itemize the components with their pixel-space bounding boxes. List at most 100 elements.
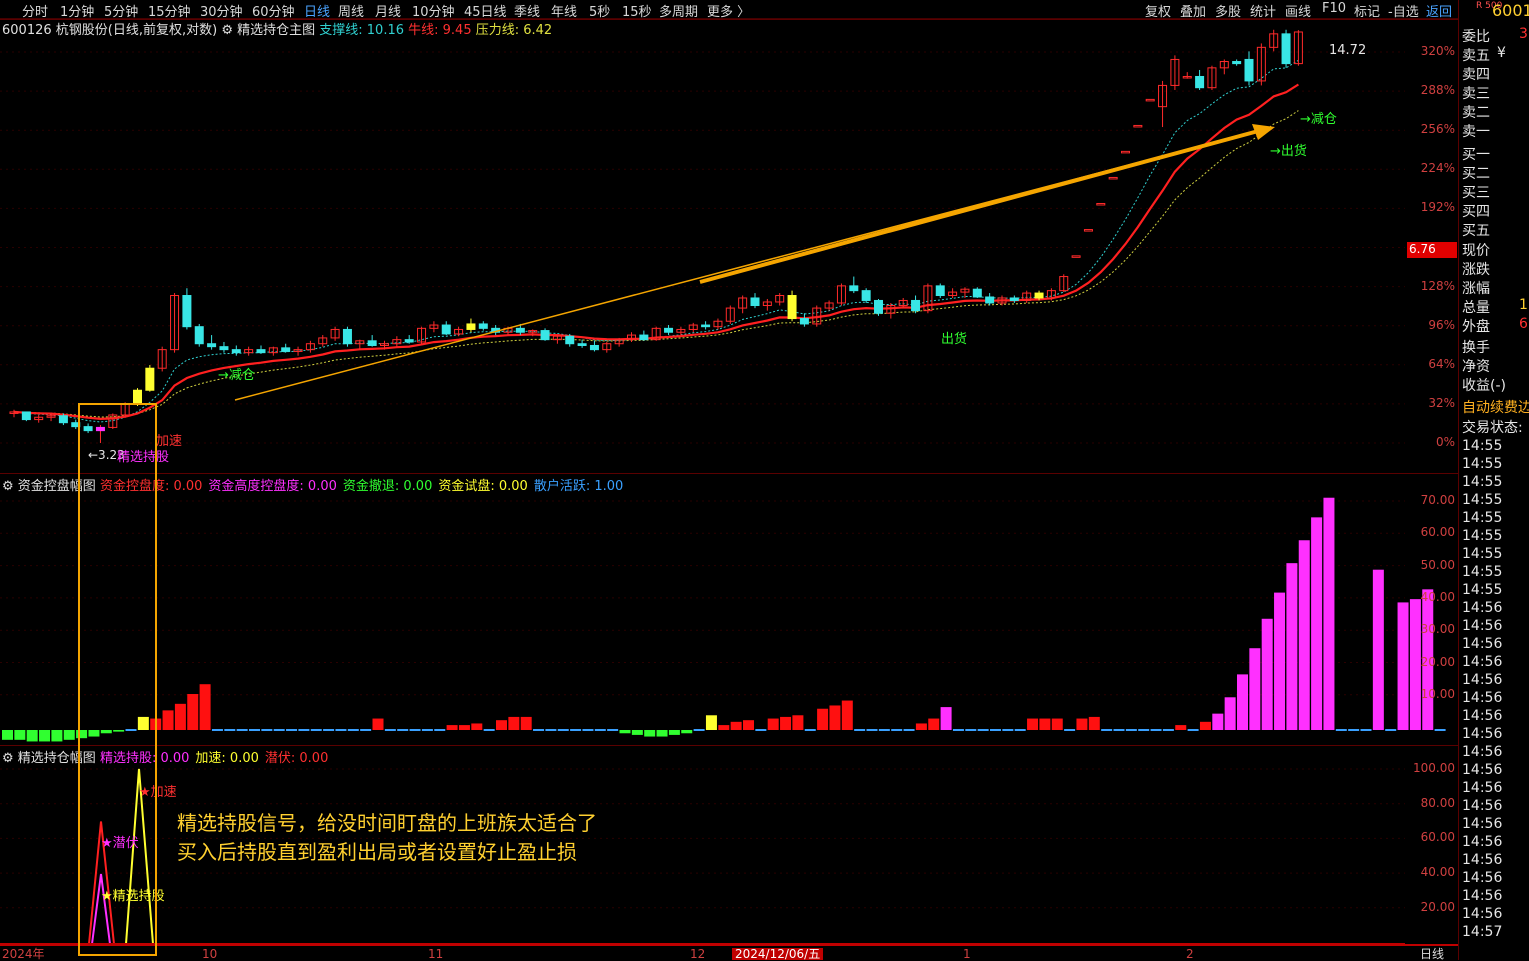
funds-bar [1237, 674, 1248, 730]
funds-bar [310, 729, 322, 731]
candle-body [441, 324, 451, 335]
funds-bar [928, 718, 940, 730]
tick-time: 14:56 [1462, 744, 1503, 760]
funds-bar [211, 729, 223, 731]
date-label: 12 [690, 947, 706, 961]
candle-body [861, 290, 871, 301]
candle-body [540, 330, 550, 341]
candle-body [58, 415, 68, 424]
candle-body [1071, 255, 1081, 258]
funds-bar [817, 708, 829, 730]
funds-bar [792, 715, 804, 730]
funds-bar [693, 729, 705, 731]
funds-bar [1187, 729, 1199, 731]
funds-bar [162, 710, 174, 730]
funds-bar [903, 729, 915, 731]
funds-tick: 10.00 [1420, 686, 1455, 701]
funds-bar [421, 729, 433, 731]
candle-body [466, 323, 476, 330]
side-divider [1458, 0, 1459, 960]
quote-label: 净资 [1462, 359, 1490, 375]
tick-time: 14:56 [1462, 600, 1503, 616]
quote-label: 委比 [1462, 29, 1490, 45]
funds-bar [63, 730, 75, 740]
price-tick: 32% [1428, 395, 1455, 410]
quote-label: 现价 [1462, 243, 1490, 259]
funds-bar [1039, 718, 1051, 730]
trend-arrow-thick [699, 128, 1263, 284]
date-label: 11 [428, 947, 444, 961]
tick-time: 14:56 [1462, 636, 1503, 652]
funds-bar [1261, 618, 1273, 730]
quote-label: 交易状态: [1462, 420, 1523, 436]
funds-bar [384, 729, 396, 731]
price-tick: 128% [1420, 278, 1455, 293]
funds-bar [977, 729, 989, 731]
funds-bar [557, 729, 569, 731]
candle-body [207, 343, 217, 348]
funds-bar [829, 705, 841, 730]
funds-bar [458, 725, 470, 730]
tick-time: 14:56 [1462, 654, 1503, 670]
funds-bar [780, 716, 792, 730]
price-tick: 256% [1420, 122, 1455, 137]
sell-label-2: →出货 [1270, 144, 1307, 159]
tick-time: 14:56 [1462, 834, 1503, 850]
funds-bar [1311, 517, 1323, 730]
funds-bar [965, 729, 977, 731]
funds-bar [1064, 729, 1076, 731]
candle-body [849, 285, 859, 292]
funds-bar [570, 729, 582, 731]
funds-bar [644, 730, 656, 737]
tick-time: 14:56 [1462, 816, 1503, 832]
funds-bar [199, 684, 211, 730]
funds-bar [434, 729, 446, 731]
tick-time: 14:57 [1462, 924, 1503, 940]
high-price-label: 14.72 [1329, 43, 1367, 58]
quote-label: 买三 [1462, 185, 1490, 201]
date-label: 10 [202, 947, 218, 961]
funds-bar [1199, 721, 1211, 730]
side-stock-code[interactable]: 6001 [1492, 1, 1529, 20]
quote-label: 自动续费边 [1462, 400, 1529, 416]
funds-bar [174, 703, 186, 730]
funds-bar [841, 700, 853, 730]
period-corner: 日线 [1420, 947, 1445, 961]
candle-body [1281, 33, 1291, 65]
candle-body [565, 335, 575, 345]
candle-body [972, 288, 982, 298]
funds-bar [1335, 729, 1347, 731]
price-tick: 96% [1428, 317, 1455, 332]
funds-bar [520, 716, 532, 730]
tick-time: 14:55 [1462, 456, 1503, 472]
quote-value: ¥ [1497, 45, 1506, 61]
funds-bar [273, 729, 285, 731]
funds-tick: 30.00 [1420, 622, 1455, 637]
candle-body [515, 327, 525, 333]
quote-label: 涨幅 [1462, 281, 1490, 297]
tick-time: 14:56 [1462, 906, 1503, 922]
funds-bar [940, 707, 952, 730]
funds-bar [286, 729, 298, 731]
candle-body [639, 334, 649, 341]
funds-tick: 50.00 [1420, 557, 1455, 572]
trend-arrowhead [1252, 124, 1275, 140]
funds-bar [767, 718, 779, 730]
funds-bar [607, 729, 619, 731]
quote-label: 卖二 [1462, 105, 1490, 121]
quote-label: 买四 [1462, 204, 1490, 220]
signal-highlight-box [78, 403, 157, 956]
funds-bar [1360, 729, 1372, 731]
tick-time: 14:55 [1462, 510, 1503, 526]
funds-bar [335, 729, 347, 731]
funds-bar [1212, 713, 1224, 730]
funds-bar [1385, 729, 1397, 731]
funds-bar [533, 729, 545, 731]
signal-tick: 20.00 [1420, 899, 1455, 914]
funds-bar [249, 729, 260, 731]
price-tick: 64% [1428, 356, 1455, 371]
candle-body [21, 411, 31, 421]
candle-body [1145, 98, 1155, 102]
quote-value: 6 [1519, 316, 1528, 332]
candle-body [1108, 176, 1118, 180]
